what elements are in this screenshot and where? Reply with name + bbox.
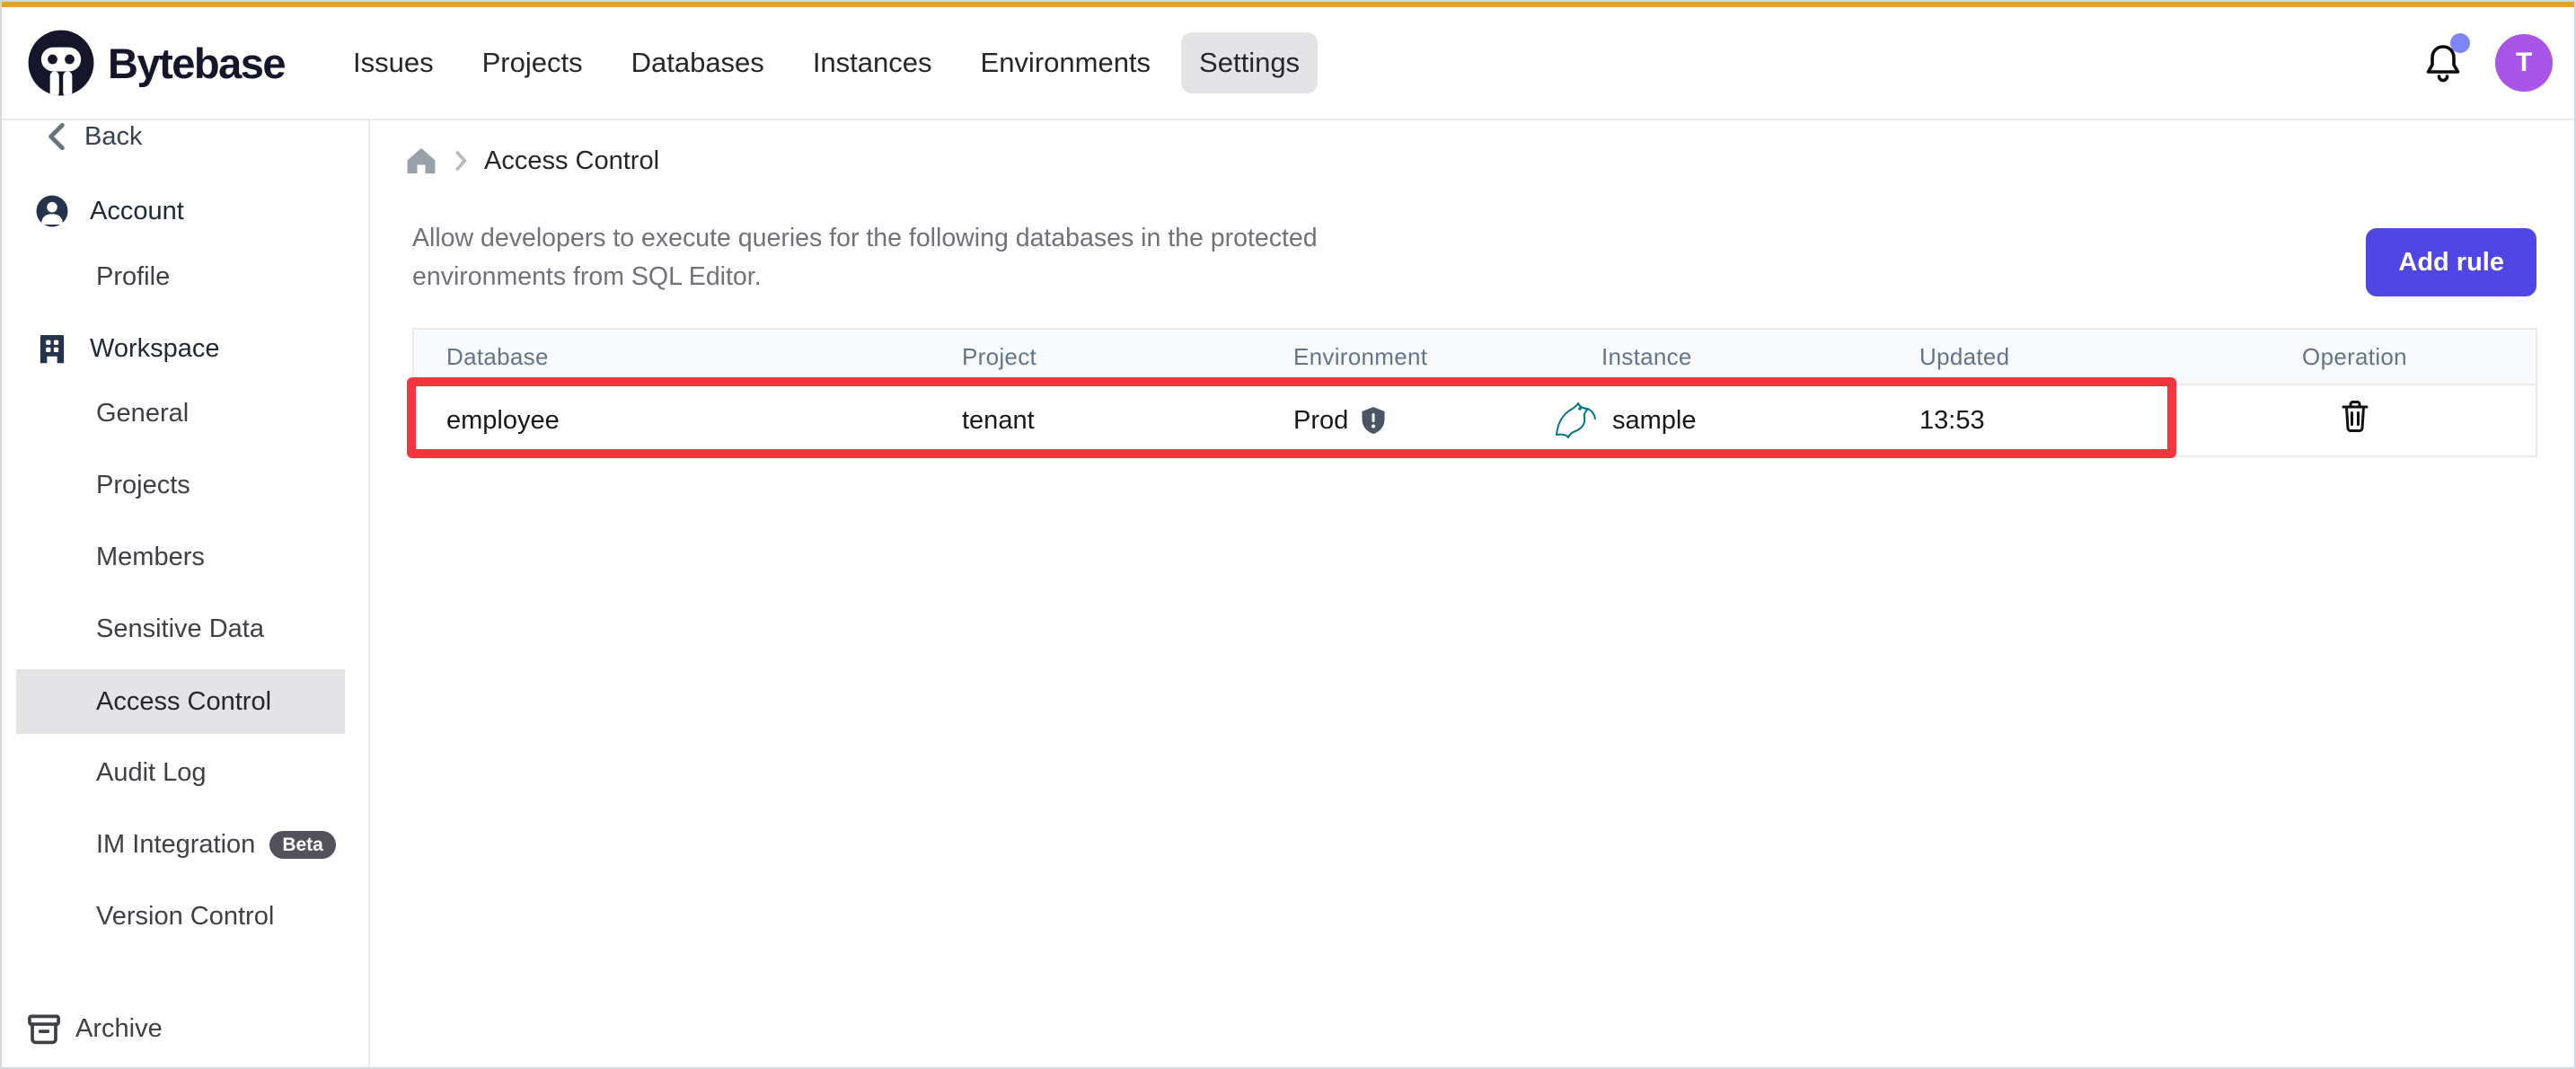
sidebar-item-im-integration[interactable]: IM Integration Beta	[0, 819, 368, 870]
instance-cell: sample	[1601, 399, 1919, 442]
beta-badge: Beta	[269, 831, 336, 859]
column-header-instance: Instance	[1601, 343, 1919, 371]
column-header-database: Database	[414, 343, 962, 371]
sidebar-item-profile[interactable]: Profile	[0, 252, 368, 302]
column-header-project: Project	[962, 343, 1293, 371]
column-header-updated: Updated	[1919, 343, 2174, 371]
page-description: Allow developers to execute queries for …	[412, 219, 1423, 296]
demo-mode-banner	[0, 0, 2576, 7]
updated-cell: 13:53	[1919, 406, 2174, 436]
settings-sidebar: Back Account Profile Workspace General P…	[0, 120, 370, 1069]
bytebase-logo-icon	[27, 29, 95, 97]
access-rules-table: Database Project Environment Instance Up…	[412, 328, 2537, 457]
navbar-right: T	[2422, 34, 2553, 92]
sidebar-item-general[interactable]: General	[0, 388, 368, 438]
nav-item-settings[interactable]: Settings	[1181, 32, 1318, 93]
bytebase-logo[interactable]: Bytebase	[27, 29, 285, 97]
sidebar-item-version-control[interactable]: Version Control	[0, 891, 368, 941]
access-control-page: Access Control Allow developers to execu…	[372, 120, 2576, 1069]
sidebar-item-audit-log[interactable]: Audit Log	[0, 747, 368, 798]
protected-environment-shield-icon	[1359, 405, 1388, 436]
nav-item-environments[interactable]: Environments	[963, 32, 1169, 93]
top-navbar: Bytebase Issues Projects Databases Insta…	[0, 7, 2576, 120]
add-rule-button[interactable]: Add rule	[2366, 228, 2536, 296]
column-header-environment: Environment	[1293, 343, 1601, 371]
sidebar-item-projects[interactable]: Projects	[0, 460, 368, 510]
sidebar-section-workspace[interactable]: Workspace	[0, 323, 368, 374]
sidebar-item-access-control[interactable]: Access Control	[16, 669, 345, 734]
sidebar-section-account[interactable]: Account	[0, 186, 368, 236]
notification-dot	[2450, 33, 2470, 53]
trash-icon	[2337, 398, 2373, 436]
breadcrumb: Access Control	[405, 146, 659, 176]
sidebar-back-button[interactable]: Back	[0, 120, 368, 162]
brand-name: Bytebase	[108, 39, 285, 88]
nav-item-databases[interactable]: Databases	[613, 32, 782, 93]
notification-bell-button[interactable]	[2422, 40, 2465, 85]
mysql-dolphin-icon	[1553, 399, 1601, 442]
table-header-row: Database Project Environment Instance Up…	[414, 330, 2536, 385]
sidebar-item-archive[interactable]: Archive	[0, 1003, 368, 1054]
sidebar-item-sensitive-data[interactable]: Sensitive Data	[0, 604, 368, 654]
nav-item-instances[interactable]: Instances	[795, 32, 950, 93]
nav-item-projects[interactable]: Projects	[464, 32, 601, 93]
delete-rule-button[interactable]	[2337, 398, 2373, 438]
breadcrumb-chevron-icon	[452, 150, 470, 172]
project-cell: tenant	[962, 406, 1293, 436]
archive-icon	[25, 1010, 63, 1047]
building-icon	[34, 331, 70, 367]
database-cell: employee	[414, 406, 962, 436]
nav-item-issues[interactable]: Issues	[335, 32, 452, 93]
sidebar-item-members[interactable]: Members	[0, 532, 368, 582]
user-avatar[interactable]: T	[2495, 34, 2553, 92]
chevron-left-icon	[43, 121, 70, 152]
breadcrumb-current: Access Control	[484, 146, 659, 176]
table-row: employee tenant Prod sample	[414, 385, 2536, 455]
home-icon[interactable]	[405, 146, 437, 176]
user-circle-icon	[34, 193, 70, 229]
main-nav: Issues Projects Databases Instances Envi…	[335, 32, 1318, 93]
operation-cell	[2174, 398, 2536, 443]
column-header-operation: Operation	[2174, 343, 2536, 371]
